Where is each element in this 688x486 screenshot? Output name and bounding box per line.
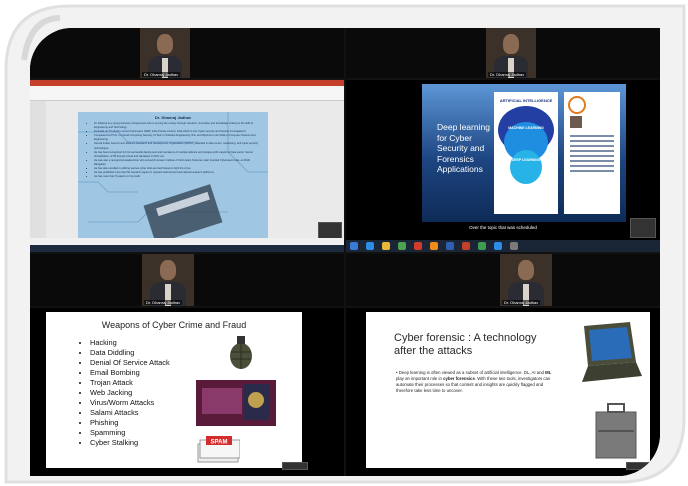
slide-caption: Over the topic that was scheduled: [469, 225, 537, 230]
word-icon[interactable]: [446, 242, 454, 250]
ppt-bullet-item: Dr. Dhanraj is a young visionary entrepr…: [94, 122, 262, 130]
ppt-bullet-item: He was also a recognized academician who…: [94, 159, 262, 167]
cyber-crime-image: [196, 380, 276, 426]
collage-frame: Dr. Dhanraj Jadhav Dr. Dhanraj Jadhav Dr…: [0, 0, 688, 486]
weapon-list-item: Virus/Worm Attacks: [90, 398, 170, 408]
weapon-list-item: Hacking: [90, 338, 170, 348]
ppt-status-bar: [30, 238, 344, 245]
participant-name: Dr. Dhanraj Jadhav: [142, 72, 181, 77]
weapon-list-item: Email Bombing: [90, 368, 170, 378]
folder-icon[interactable]: [382, 242, 390, 250]
ai-ml-dl-diagram: ARTIFICIAL INTELLIGENCE MACHINE LEARNING…: [494, 92, 558, 214]
cyber-forensic-paragraph: • Deep learning is often viewed as a sub…: [396, 370, 552, 393]
weapon-list-item: Spamming: [90, 428, 170, 438]
slide-share-cyber-forensic[interactable]: Cyber forensic : A technology after the …: [346, 308, 660, 476]
participant-name: Dr. Dhanraj Jadhav: [502, 300, 541, 305]
spam-label: SPAM: [211, 440, 228, 446]
ppt-bullet-item: He has been recognized for his successfu…: [94, 151, 262, 159]
app-icon[interactable]: [430, 242, 438, 250]
cyber-forensic-slide: Cyber forensic : A technology after the …: [366, 312, 650, 468]
app-icon[interactable]: [414, 242, 422, 250]
weapon-list-item: Denial Of Service Attack: [90, 358, 170, 368]
profile-photo: [570, 116, 582, 128]
meeting-grid: Dr. Dhanraj Jadhav Dr. Dhanraj Jadhav Dr…: [30, 28, 660, 476]
start-icon[interactable]: [350, 242, 358, 250]
slide-share-weapons[interactable]: Weapons of Cyber Crime and Fraud Hacking…: [30, 308, 344, 476]
weapons-slide-title: Weapons of Cyber Crime and Fraud: [101, 320, 247, 330]
ppt-bullet-item: He has more than 5 patents in his credit: [94, 175, 262, 179]
video-tile-top-left[interactable]: Dr. Dhanraj Jadhav: [30, 28, 344, 78]
briefcase-laptop-image: [595, 403, 637, 459]
weapon-list-item: Salami Attacks: [90, 408, 170, 418]
app-icon[interactable]: [478, 242, 486, 250]
browser-icon[interactable]: [366, 242, 374, 250]
participant-mini-panel[interactable]: [630, 218, 656, 238]
spam-image: SPAM: [197, 436, 240, 463]
participant-video: [486, 28, 536, 78]
dl-label: DEEP LEARNING: [511, 158, 541, 162]
zoom-icon[interactable]: [494, 242, 502, 250]
weapon-list-item: Cyber Stalking: [90, 438, 170, 448]
weapon-list-item: Data Diddling: [90, 348, 170, 358]
ppt-slide-heading: Dr. Dhanraj Jadhav: [154, 115, 192, 120]
participant-video: [140, 28, 190, 78]
zoom-control-bar[interactable]: [282, 462, 308, 470]
ppt-slide: Dr. Dhanraj Jadhav Dr. Dhanraj is a youn…: [78, 112, 268, 240]
weapon-list-item: Web Jacking: [90, 388, 170, 398]
cyber-forensic-title: Cyber forensic : A technology after the …: [394, 332, 537, 357]
participant-video: [500, 254, 552, 306]
zoom-control-bar[interactable]: [626, 462, 652, 470]
video-tile-mid-left[interactable]: Dr. Dhanraj Jadhav: [30, 254, 344, 306]
windows-taskbar[interactable]: [30, 245, 344, 252]
app-icon[interactable]: [398, 242, 406, 250]
business-card: [564, 92, 620, 214]
ppt-bullet-list: Dr. Dhanraj is a young visionary entrepr…: [90, 122, 262, 179]
participant-name: Dr. Dhanraj Jadhav: [488, 72, 527, 77]
video-tile-mid-right[interactable]: Dr. Dhanraj Jadhav: [346, 254, 660, 306]
grenade-image: [230, 336, 252, 369]
weapon-list-item: Trojan Attack: [90, 378, 170, 388]
company-logo-icon: [568, 96, 586, 114]
deep-learning-title: Deep learning for Cyber Security and For…: [437, 122, 490, 174]
deep-learning-slide: Deep learning for Cyber Security and For…: [422, 84, 626, 222]
weapons-list: HackingData DiddlingDenial Of Service At…: [82, 338, 170, 448]
windows-taskbar[interactable]: [346, 240, 660, 252]
ai-title: ARTIFICIAL INTELLIGENCE: [499, 98, 553, 103]
slide-share-deep-learning[interactable]: Deep learning for Cyber Security and For…: [346, 80, 660, 252]
ppt-ribbon[interactable]: [30, 86, 344, 101]
ppt-bullet-item: Served Indian Government Defence Researc…: [94, 142, 262, 150]
video-tile-top-right[interactable]: Dr. Dhanraj Jadhav: [346, 28, 660, 78]
app-icon[interactable]: [510, 242, 518, 250]
weapon-list-item: Phishing: [90, 418, 170, 428]
ml-label: MACHINE LEARNING: [508, 126, 544, 130]
weapons-slide: Weapons of Cyber Crime and Fraud Hacking…: [46, 312, 302, 468]
ppt-thumbnail-pane[interactable]: [30, 101, 46, 238]
powerpoint-icon[interactable]: [462, 242, 470, 250]
rugged-laptop-image: [582, 322, 642, 382]
powerpoint-share[interactable]: Dr. Dhanraj Jadhav Dr. Dhanraj is a youn…: [30, 80, 344, 252]
participant-video: [142, 254, 194, 306]
participant-name: Dr. Dhanraj Jadhav: [144, 300, 183, 305]
